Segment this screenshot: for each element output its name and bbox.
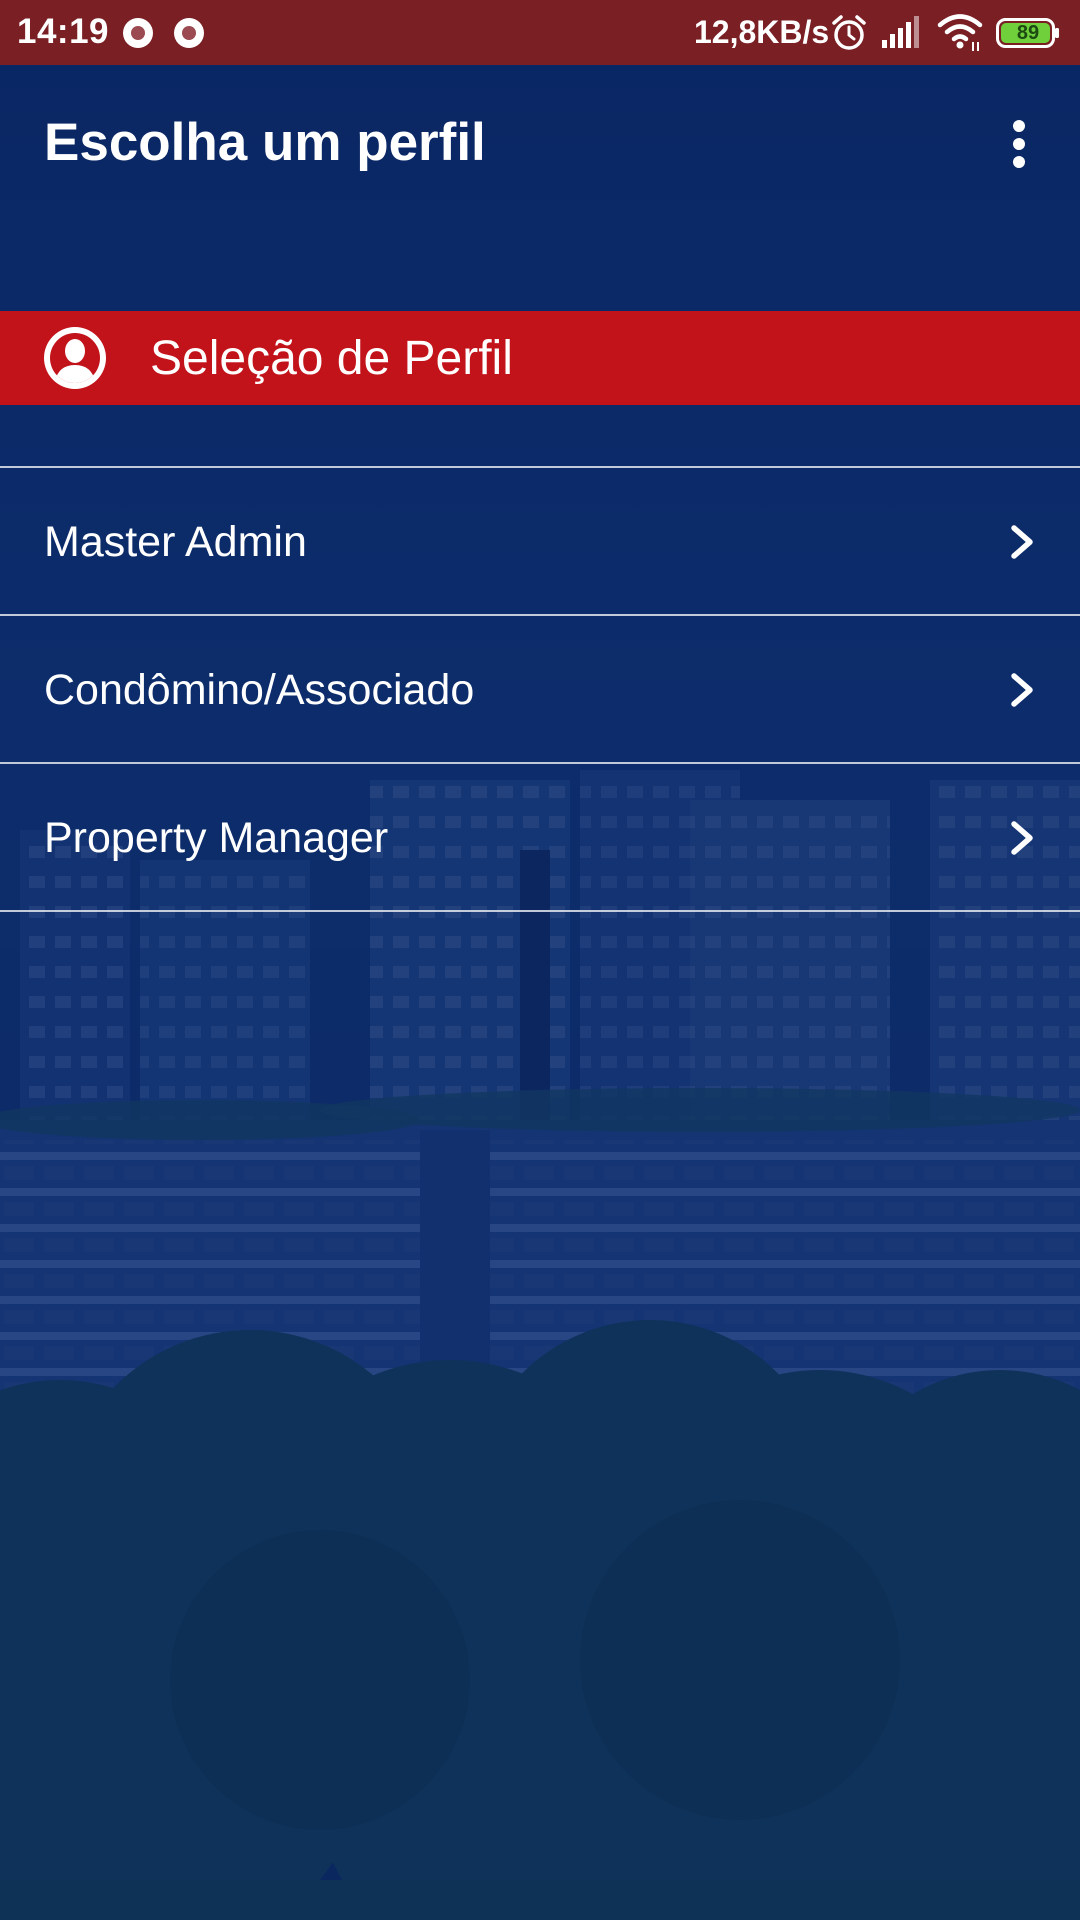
battery-level: 89 — [1016, 22, 1040, 44]
wifi-icon — [937, 14, 983, 51]
profile-item-label: Condômino/Associado — [44, 666, 475, 714]
page-title: Escolha um perfil — [44, 113, 486, 172]
signal-icon — [882, 16, 919, 48]
section-header: Seleção de Perfil — [0, 311, 1080, 405]
status-bar: 14:19 12,8KB/s 89 — [0, 0, 1080, 65]
alarm-icon — [832, 15, 866, 50]
battery-icon: 89 — [996, 18, 1060, 48]
profile-item-condomino-associado[interactable]: Condômino/Associado — [0, 616, 1080, 764]
network-speed: 12,8KB/s — [694, 14, 830, 50]
status-time: 14:19 — [17, 12, 110, 51]
notification-dot-icon — [174, 18, 204, 48]
user-profile-icon — [44, 327, 106, 389]
more-vert-icon[interactable] — [1000, 116, 1040, 172]
chevron-right-icon — [1011, 821, 1033, 855]
profile-item-label: Master Admin — [44, 518, 307, 566]
profile-item-master-admin[interactable]: Master Admin — [0, 468, 1080, 616]
background-image — [0, 0, 1080, 1920]
profile-item-label: Property Manager — [44, 814, 389, 862]
chevron-right-icon — [1011, 673, 1033, 707]
section-title: Seleção de Perfil — [150, 332, 513, 385]
notification-dot-icon — [123, 18, 153, 48]
app-screen: 14:19 12,8KB/s 89 Escolha um perfil Sele… — [0, 0, 1080, 1920]
chevron-right-icon — [1011, 525, 1033, 559]
profile-item-property-manager[interactable]: Property Manager — [0, 764, 1080, 912]
profile-list: Master Admin Condômino/Associado Propert… — [0, 466, 1080, 912]
